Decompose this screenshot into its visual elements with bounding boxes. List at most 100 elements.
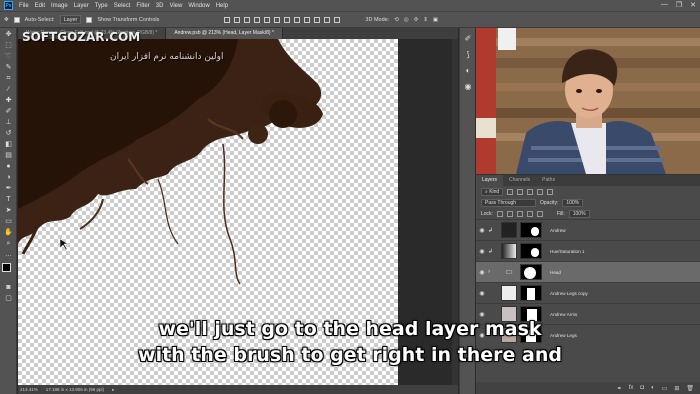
fx-icon[interactable]: fx [629, 385, 634, 391]
align-top-icon[interactable] [224, 16, 231, 23]
minimize-button[interactable]: — [661, 1, 668, 9]
mask-icon[interactable]: ◘ [640, 385, 644, 391]
quick-mask-icon[interactable]: ◙ [3, 283, 14, 292]
shape-icon[interactable]: ▭ [3, 217, 14, 226]
group-arrow-icon[interactable]: › [488, 269, 498, 275]
blur-icon[interactable]: ● [3, 162, 14, 171]
layer-name[interactable]: Head [550, 270, 561, 275]
trash-icon[interactable]: 🗑 [686, 385, 694, 392]
distribute-left-icon[interactable] [314, 16, 321, 23]
adjustment-thumbnail[interactable] [501, 243, 517, 259]
visibility-eye-icon[interactable]: ◉ [476, 248, 488, 255]
auto-select-dropdown[interactable]: Layer [59, 15, 82, 24]
healing-icon[interactable]: ✚ [3, 96, 14, 105]
3d-rotate-icon[interactable]: ⟲ [394, 17, 399, 23]
menu-3d[interactable]: 3D [156, 3, 164, 9]
filter-pixel-icon[interactable] [507, 188, 514, 195]
3d-drag-icon[interactable]: ✣ [414, 17, 419, 23]
more-tools-icon[interactable]: … [3, 250, 14, 259]
menu-select[interactable]: Select [114, 3, 131, 9]
menu-window[interactable]: Window [188, 3, 209, 9]
zoom-icon[interactable]: ⌕ [3, 239, 14, 248]
history-brush-icon[interactable]: ↺ [3, 129, 14, 138]
layer-thumbnail[interactable] [501, 222, 517, 238]
eyedropper-icon[interactable]: ⁄ [3, 85, 14, 94]
filter-smart-icon[interactable] [547, 188, 554, 195]
lasso-icon[interactable]: ➰ [3, 52, 14, 61]
visibility-eye-icon[interactable]: ◉ [476, 269, 488, 276]
layer-mask-thumbnail[interactable] [520, 243, 542, 259]
photoshop-logo[interactable]: Ps [4, 1, 13, 10]
marquee-icon[interactable]: ⬚ [3, 41, 14, 50]
align-center-icon[interactable] [264, 16, 271, 23]
menu-file[interactable]: File [19, 3, 29, 9]
link-icon[interactable]: ⚭ [617, 385, 622, 392]
layer-name[interactable]: Andrew Arms [550, 312, 577, 317]
distribute-top-icon[interactable] [284, 16, 291, 23]
brush-settings-icon[interactable]: ✐ [463, 34, 473, 44]
align-left-icon[interactable] [254, 16, 261, 23]
filter-adjustment-icon[interactable] [517, 188, 524, 195]
properties-icon[interactable]: ◉ [463, 82, 473, 92]
align-bottom-icon[interactable] [244, 16, 251, 23]
menu-type[interactable]: Type [95, 3, 108, 9]
lock-position-icon[interactable] [516, 210, 523, 217]
zoom-level[interactable]: 213.41% [20, 387, 38, 392]
align-right-icon[interactable] [274, 16, 281, 23]
layer-thumbnail[interactable] [501, 285, 517, 301]
layer-name[interactable]: Andrew [550, 228, 566, 233]
quick-select-icon[interactable]: ✎ [3, 63, 14, 72]
align-middle-icon[interactable] [234, 16, 241, 23]
layer-row[interactable]: ◉ ↲ Hue/Saturation 1 [476, 240, 700, 261]
layer-mask-thumbnail[interactable] [520, 285, 542, 301]
blend-mode-dropdown[interactable]: Pass Through [481, 198, 536, 207]
brush-presets-icon[interactable]: ⟆ [463, 50, 473, 60]
type-icon[interactable]: T [3, 195, 14, 204]
menu-filter[interactable]: Filter [136, 3, 149, 9]
stamp-icon[interactable]: ⊥ [3, 118, 14, 127]
doc-tab-andrew[interactable]: Andrew.psb @ 213% (Head, Layer Mask/8) * [166, 28, 283, 39]
distribute-right-icon[interactable] [334, 16, 341, 23]
opacity-input[interactable]: 100% [562, 198, 584, 207]
visibility-eye-icon[interactable]: ◉ [476, 227, 488, 234]
filter-type-icon[interactable] [527, 188, 534, 195]
layer-mask-thumbnail[interactable] [520, 222, 542, 238]
menu-image[interactable]: Image [51, 3, 68, 9]
color-swatches[interactable] [2, 263, 15, 279]
move-tool-icon[interactable]: ✥ [4, 17, 9, 23]
layer-row[interactable]: ◉ Andrew Legs copy [476, 282, 700, 303]
fill-input[interactable]: 100% [568, 209, 590, 218]
layer-mask-thumbnail[interactable] [520, 264, 542, 280]
hand-icon[interactable]: ✋ [3, 228, 14, 237]
auto-select-checkbox[interactable] [13, 16, 20, 23]
distribute-center-icon[interactable] [324, 16, 331, 23]
lock-all-icon[interactable] [536, 210, 543, 217]
layer-row-selected[interactable]: ◉ › ▭ Head [476, 261, 700, 282]
path-select-icon[interactable]: ➤ [3, 206, 14, 215]
layer-name[interactable]: Hue/Saturation 1 [550, 249, 584, 254]
menu-layer[interactable]: Layer [74, 3, 89, 9]
3d-scale-icon[interactable]: ▣ [433, 17, 438, 23]
eraser-icon[interactable]: ◧ [3, 140, 14, 149]
close-button[interactable]: ✕ [690, 1, 696, 9]
visibility-eye-icon[interactable]: ◉ [476, 311, 488, 318]
tab-paths[interactable]: Paths [536, 175, 561, 186]
3d-roll-icon[interactable]: ◎ [404, 17, 409, 23]
show-transform-checkbox[interactable] [86, 16, 93, 23]
menu-edit[interactable]: Edit [35, 3, 45, 9]
visibility-eye-icon[interactable]: ◉ [476, 290, 488, 297]
foreground-color[interactable] [2, 263, 11, 272]
adjustments-icon[interactable]: ◐ [463, 66, 473, 76]
menu-view[interactable]: View [169, 3, 182, 9]
lock-artboard-icon[interactable] [526, 210, 533, 217]
adjustment-icon[interactable]: ◐ [651, 385, 655, 391]
folder-icon[interactable]: ▭ [662, 385, 668, 392]
distribute-bottom-icon[interactable] [304, 16, 311, 23]
lock-transparent-icon[interactable] [496, 210, 503, 217]
crop-icon[interactable]: ⌗ [3, 74, 14, 83]
maximize-button[interactable]: ❐ [676, 1, 682, 9]
distribute-middle-icon[interactable] [294, 16, 301, 23]
status-arrow-icon[interactable]: ▸ [112, 387, 114, 393]
pen-icon[interactable]: ✒ [3, 184, 14, 193]
layer-name[interactable]: Andrew Legs copy [550, 291, 588, 296]
